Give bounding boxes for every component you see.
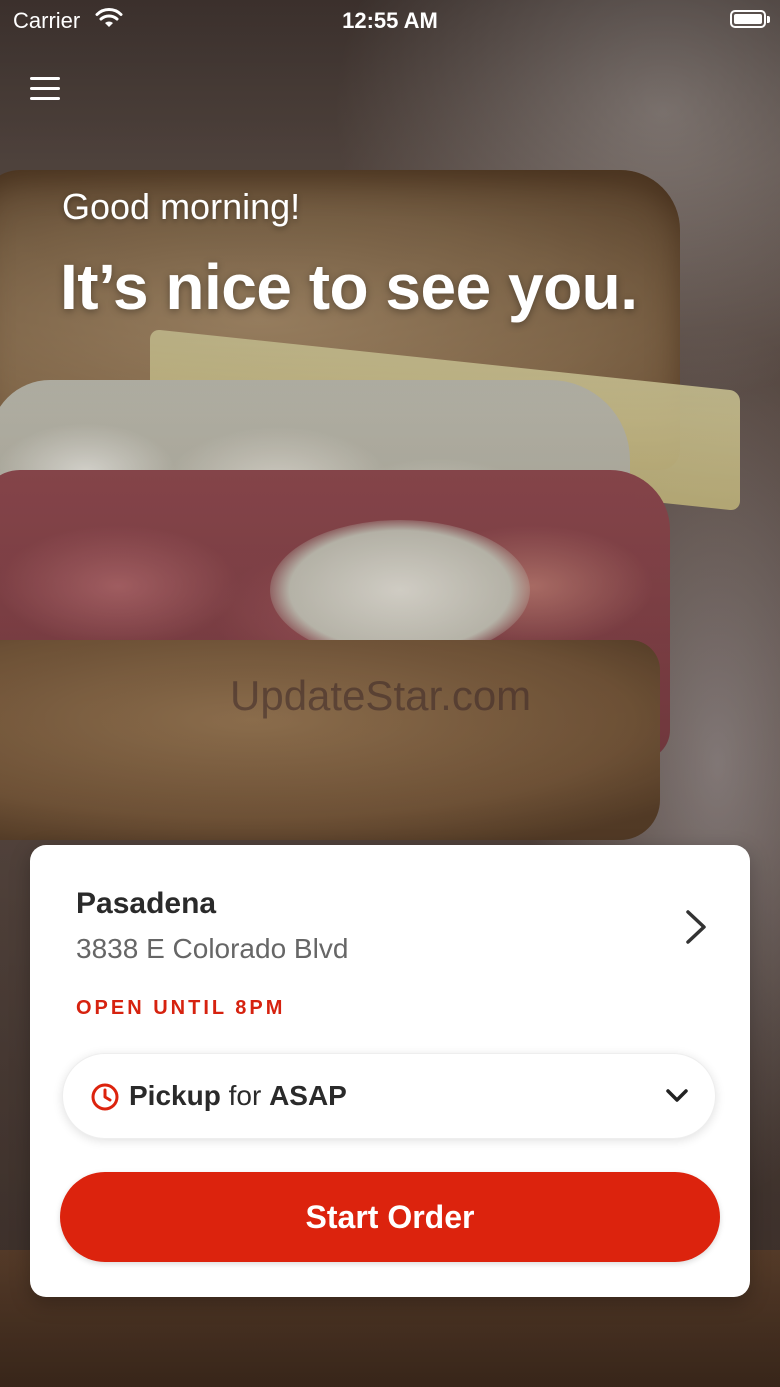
menu-line <box>30 77 60 80</box>
order-connector: for <box>228 1080 262 1111</box>
start-order-button[interactable]: Start Order <box>60 1172 720 1262</box>
headline-text: It’s nice to see you. <box>60 251 638 323</box>
menu-line <box>30 87 60 90</box>
greeting-text: Good morning! <box>62 186 301 227</box>
watermark-text: UpdateStar.com <box>230 672 532 719</box>
order-mode: Pickup <box>129 1080 221 1111</box>
hamburger-menu-icon[interactable] <box>28 72 62 106</box>
hours-status: OPEN UNTIL 8PM <box>76 997 286 1019</box>
app-screen: Carrier 12:55 AM Good morning! It’s nice… <box>0 0 780 1387</box>
location-name: Pasadena <box>76 887 217 920</box>
menu-line <box>30 97 60 100</box>
location-card: Pasadena 3838 E Colorado Blvd OPEN UNTIL… <box>30 845 750 1297</box>
chevron-down-icon <box>666 1089 688 1102</box>
order-time: ASAP <box>269 1080 347 1111</box>
battery-level <box>734 14 762 24</box>
status-time: 12:55 AM <box>342 8 438 33</box>
order-type-label: Pickup for ASAP <box>129 1080 347 1112</box>
status-bar: Carrier 12:55 AM <box>0 0 780 40</box>
order-type-dropdown[interactable]: Pickup for ASAP <box>62 1053 716 1139</box>
chevron-right-icon <box>686 910 706 944</box>
battery-icon <box>730 10 770 28</box>
clock-icon <box>91 1083 119 1111</box>
location-address: 3838 E Colorado Blvd <box>76 933 349 964</box>
location-selector[interactable]: Pasadena 3838 E Colorado Blvd <box>30 845 750 985</box>
